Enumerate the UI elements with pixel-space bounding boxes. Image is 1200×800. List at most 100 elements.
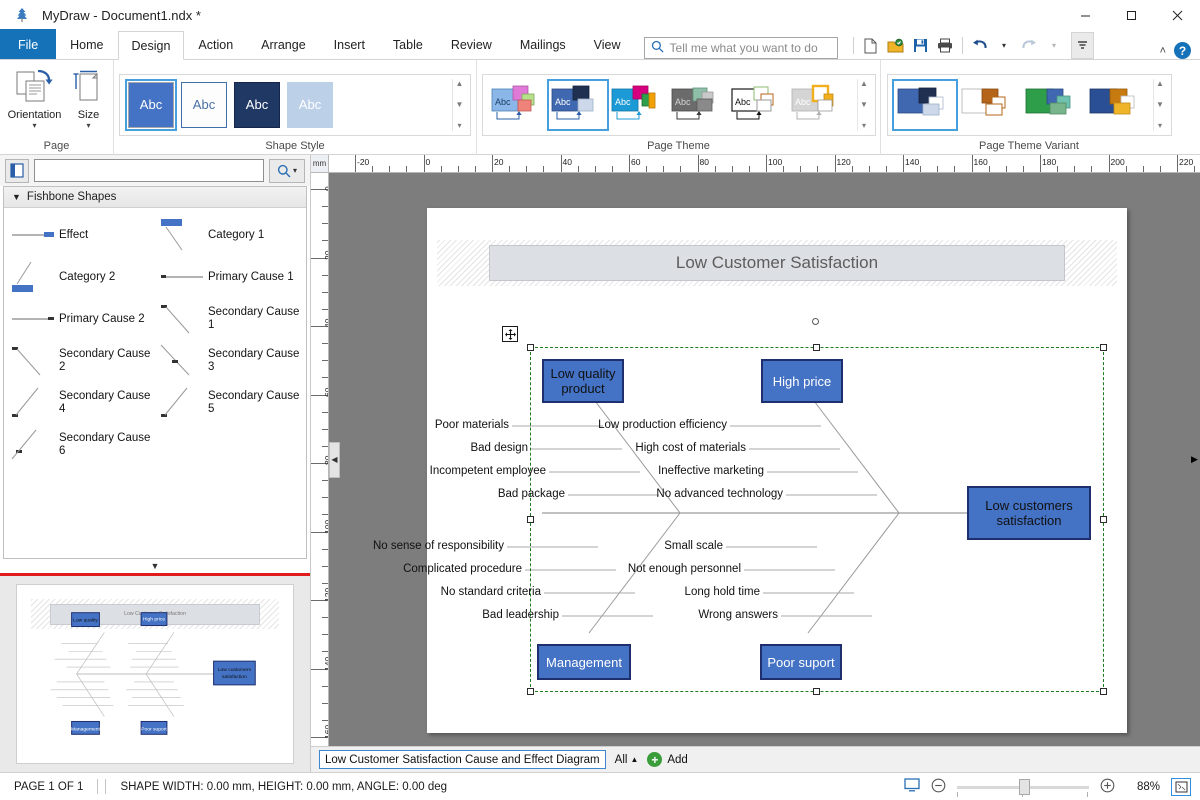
canvas-scroll-region[interactable]: ◀ ▶ Low Customer Satisfaction Low qualit… [329,173,1200,746]
shape-style-swatch-3[interactable]: Abc [234,81,280,128]
close-button[interactable] [1154,0,1200,30]
stencil-expander-icon[interactable]: ▼ [12,192,21,202]
minimize-button[interactable] [1062,0,1108,30]
theme-scroll-down-icon[interactable]: ▼ [860,100,868,109]
rotation-handle[interactable] [812,318,819,325]
shapes-search-button[interactable]: ▾ [269,158,305,183]
tab-file[interactable]: File [0,29,57,59]
shape-item-effect[interactable]: Effect [6,214,155,256]
selection-handle-ne[interactable] [1100,344,1107,351]
drawing-page[interactable]: Low Customer Satisfaction Low quality pr… [373,208,1127,733]
shape-style-swatch-4[interactable]: Abc [287,81,333,128]
zoom-slider-thumb[interactable] [1019,778,1030,795]
redo-dropdown-icon[interactable]: ▾ [1043,34,1066,57]
cause-label[interactable]: No advanced technology [656,488,783,500]
undo-icon[interactable] [968,34,991,57]
vertical-ruler[interactable]: 020406080100120140160 [311,173,329,746]
move-handle[interactable] [502,326,518,342]
cause-label[interactable]: Wrong answers [698,609,778,621]
tab-view[interactable]: View [580,30,635,59]
theme-more-icon[interactable]: ▾ [862,121,866,130]
tab-review[interactable]: Review [437,30,506,59]
redo-icon[interactable] [1018,34,1041,57]
category-box-high-price[interactable]: High price [761,359,843,403]
zoom-in-icon[interactable] [1100,778,1115,796]
expand-right-pane-button[interactable]: ▶ [1189,441,1200,478]
shape-item-secondary-cause-3[interactable]: Secondary Cause 3 [155,340,304,382]
shape-item-primary-cause-2[interactable]: Primary Cause 2 [6,298,155,340]
cause-label[interactable]: Bad design [470,442,528,454]
shape-item-secondary-cause-4[interactable]: Secondary Cause 4 [6,382,155,424]
shape-style-gallery-scroll[interactable]: ▲ ▼ ▾ [452,78,466,131]
shape-item-secondary-cause-5[interactable]: Secondary Cause 5 [155,382,304,424]
size-button[interactable]: Size ▾ [68,65,110,130]
cause-label[interactable]: Ineffective marketing [658,465,764,477]
add-page-button[interactable]: + Add [647,752,688,767]
collapse-ribbon-button[interactable]: ˄ [1160,45,1166,57]
fit-to-page-icon[interactable] [1171,777,1191,796]
page-theme-variant-card-3[interactable] [1024,83,1082,127]
cause-label[interactable]: Small scale [664,540,723,552]
shape-style-swatch-2[interactable]: Abc [181,81,227,128]
selection-handle-w[interactable] [527,516,534,523]
save-icon[interactable] [909,34,932,57]
page-theme-card-4[interactable]: Abc [671,83,725,127]
collapse-left-pane-button[interactable]: ◀ [329,441,340,478]
page-theme-variant-card-1[interactable] [891,78,958,131]
cause-label[interactable]: Bad leadership [482,609,559,621]
gallery-scroll-up-icon[interactable]: ▲ [456,79,464,88]
cause-label[interactable]: Low production efficiency [598,419,727,431]
cause-label[interactable]: Poor materials [435,419,509,431]
shape-item-secondary-cause-1[interactable]: Secondary Cause 1 [155,298,304,340]
tab-arrange[interactable]: Arrange [247,30,319,59]
cause-label[interactable]: Bad package [498,488,565,500]
category-box-low-quality-product[interactable]: Low quality product [542,359,624,403]
theme-scroll-up-icon[interactable]: ▲ [860,79,868,88]
variant-more-icon[interactable]: ▾ [1158,121,1162,130]
cause-label[interactable]: No standard criteria [441,586,541,598]
ruler-unit-label[interactable]: mm [311,155,329,173]
selection-handle-nw[interactable] [527,344,534,351]
shape-item-secondary-cause-6[interactable]: Secondary Cause 6 [6,424,155,466]
tab-design[interactable]: Design [117,31,185,60]
chevron-down-icon[interactable]: ▾ [293,166,297,175]
document-stencil-icon[interactable] [5,158,29,183]
page-tab-all-button[interactable]: All ▲ [615,754,639,766]
page-theme-variant-card-4[interactable] [1088,83,1146,127]
orientation-button[interactable]: Orientation ▾ [4,65,66,130]
zoom-out-icon[interactable] [931,778,946,796]
page-theme-variant-card-2[interactable] [960,83,1018,127]
page-theme-card-2[interactable]: Abc [546,78,609,131]
page-theme-variant-gallery-scroll[interactable]: ▲ ▼ ▾ [1152,78,1167,131]
cause-label[interactable]: Complicated procedure [403,563,522,575]
cause-label[interactable]: Not enough personnel [628,563,741,575]
shape-item-category-1[interactable]: Category 1 [155,214,304,256]
new-document-icon[interactable] [859,34,882,57]
print-icon[interactable] [934,34,957,57]
zoom-slider[interactable] [957,778,1089,797]
category-box-management[interactable]: Management [537,644,631,680]
page-tab-name[interactable]: Low Customer Satisfaction Cause and Effe… [319,750,606,769]
tab-table[interactable]: Table [379,30,437,59]
shape-item-category-2[interactable]: Category 2 [6,256,155,298]
horizontal-ruler[interactable]: -20 0 20 40 60 80 100 120 140 160 180 200 220 [329,155,1200,173]
cause-label[interactable]: No sense of responsibility [373,540,504,552]
page-theme-gallery-scroll[interactable]: ▲ ▼ ▾ [856,78,871,131]
orientation-caret[interactable]: ▾ [32,122,36,130]
shape-item-secondary-cause-2[interactable]: Secondary Cause 2 [6,340,155,382]
tab-insert[interactable]: Insert [320,30,379,59]
selection-handle-n[interactable] [813,344,820,351]
tab-home[interactable]: Home [56,30,117,59]
shapes-search-input[interactable] [34,159,264,182]
stencil-scroll-more[interactable]: ▼ [0,559,310,573]
category-box-poor-suport[interactable]: Poor suport [760,644,842,680]
undo-dropdown-icon[interactable]: ▾ [993,34,1016,57]
shape-style-swatch-1[interactable]: Abc [125,78,177,131]
variant-scroll-up-icon[interactable]: ▲ [1156,79,1164,88]
cause-label[interactable]: High cost of materials [635,442,746,454]
cause-label[interactable]: Incompetent employee [430,465,546,477]
page-theme-card-6[interactable]: Abc [791,83,845,127]
selection-handle-sw[interactable] [527,688,534,695]
effect-box-low-customers-satisfaction[interactable]: Low customers satisfaction [967,486,1091,540]
page-theme-card-5[interactable]: Abc [730,83,785,127]
